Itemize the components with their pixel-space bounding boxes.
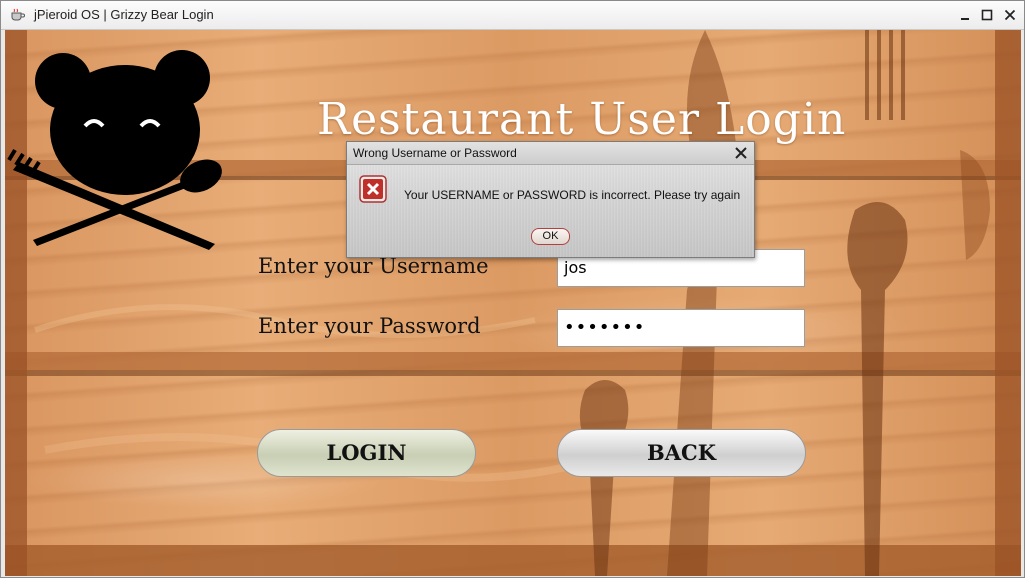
error-icon	[359, 175, 387, 203]
dialog-title: Wrong Username or Password	[353, 146, 517, 160]
minimize-icon[interactable]	[954, 5, 976, 25]
password-label: Enter your Password	[258, 314, 481, 338]
close-icon[interactable]	[999, 5, 1021, 25]
window-title: jPieroid OS | Grizzy Bear Login	[34, 7, 214, 22]
title-bar[interactable]: jPieroid OS | Grizzy Bear Login	[1, 1, 1024, 30]
login-panel: Restaurant User Login Enter your Usernam…	[5, 30, 1021, 576]
ok-button[interactable]: OK	[531, 228, 570, 245]
error-dialog: Wrong Username or Password Your USERNAME…	[346, 141, 755, 258]
bear-logo	[7, 50, 222, 250]
dialog-message: Your USERNAME or PASSWORD is incorrect. …	[404, 188, 741, 202]
maximize-icon[interactable]	[976, 5, 998, 25]
app-window: jPieroid OS | Grizzy Bear Login Restaura…	[0, 0, 1025, 578]
back-button[interactable]: BACK	[557, 429, 806, 477]
login-button[interactable]: LOGIN	[257, 429, 476, 477]
dialog-close-icon[interactable]	[732, 144, 750, 162]
page-title: Restaurant User Login	[317, 94, 847, 145]
dialog-title-bar[interactable]: Wrong Username or Password	[347, 142, 754, 165]
coffee-cup-icon	[11, 8, 25, 21]
password-input[interactable]: •••••••	[557, 309, 805, 347]
